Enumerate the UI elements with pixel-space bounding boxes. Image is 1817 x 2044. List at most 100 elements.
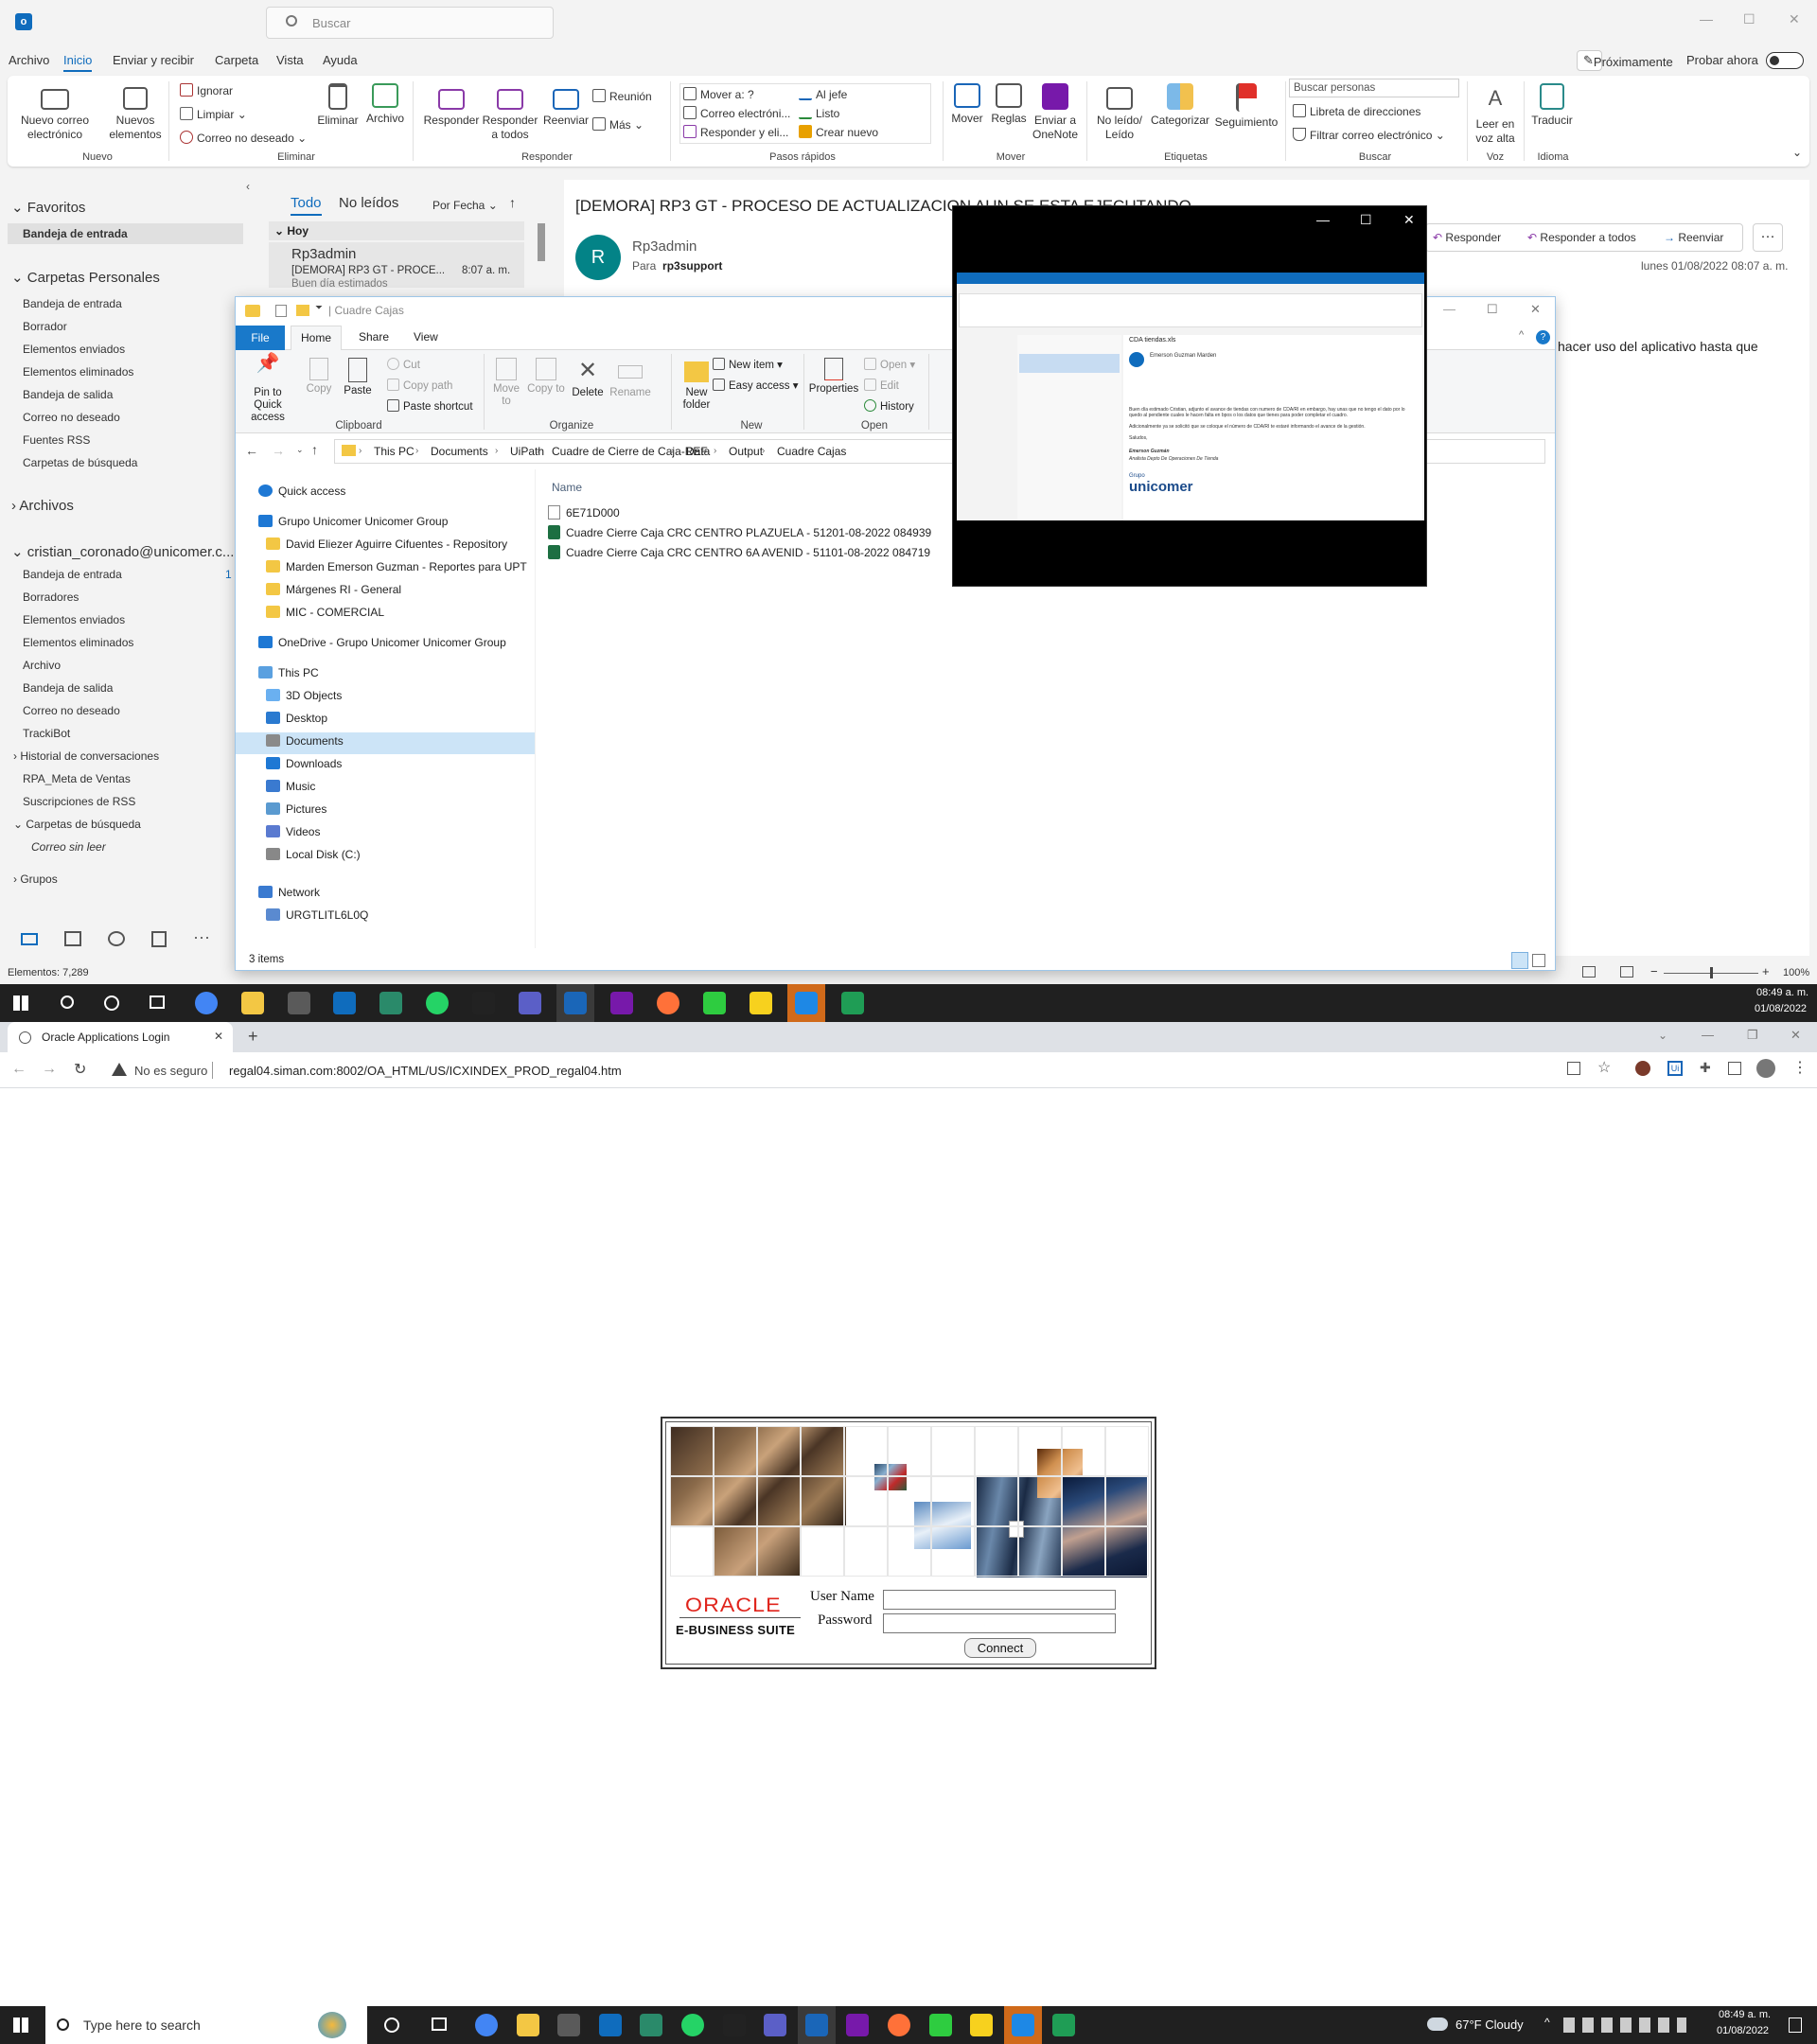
properties-qa-icon[interactable] bbox=[275, 305, 287, 317]
sharex-app-icon[interactable] bbox=[1011, 2014, 1034, 2036]
libreta-button[interactable]: Libreta de direcciones bbox=[1293, 104, 1420, 118]
message-item[interactable]: Rp3admin [DEMORA] RP3 GT - PROCE... 8:07… bbox=[269, 242, 524, 288]
ignorar-button[interactable]: Ignorar bbox=[180, 83, 233, 97]
file-row[interactable]: 6E71D000 bbox=[548, 505, 620, 524]
outlook-app-icon[interactable] bbox=[598, 2014, 622, 2036]
zoom-out-icon[interactable]: − bbox=[1650, 964, 1658, 978]
chrome-menu-icon[interactable]: ⋮ bbox=[1792, 1058, 1808, 1077]
tab-view[interactable]: View bbox=[414, 330, 438, 344]
archivos-header[interactable]: › Archivos bbox=[11, 498, 74, 514]
breadcrumb-item[interactable]: Data bbox=[686, 445, 710, 458]
tab-close-icon[interactable]: ✕ bbox=[214, 1030, 223, 1043]
local-taskview-icon[interactable] bbox=[432, 2018, 447, 2031]
filtrar-button[interactable]: Filtrar correo electrónico ⌄ bbox=[1293, 128, 1445, 142]
personal-folder-item[interactable]: Correo no deseado bbox=[23, 411, 120, 424]
whatsapp-app-icon[interactable] bbox=[426, 992, 449, 1014]
account-folder-item[interactable]: Borradores bbox=[23, 590, 79, 604]
breadcrumb-separator-icon[interactable]: › bbox=[359, 446, 362, 456]
file-explorer-app-icon[interactable] bbox=[240, 992, 264, 1014]
probar-ahora-toggle[interactable] bbox=[1766, 52, 1804, 69]
categorizar-button[interactable]: Categorizar bbox=[1149, 83, 1211, 128]
recent-dropdown-icon[interactable]: ⌄ bbox=[296, 445, 304, 455]
connect-button[interactable]: Connect bbox=[964, 1638, 1036, 1658]
nav-network-item[interactable]: Network bbox=[258, 886, 320, 899]
zoom-in-icon[interactable]: + bbox=[1762, 964, 1770, 978]
copy-to-button[interactable]: Copy to bbox=[527, 358, 565, 396]
outlook-search-input[interactable]: Buscar bbox=[266, 7, 554, 39]
breadcrumb-separator-icon[interactable]: › bbox=[495, 446, 498, 456]
app-green-icon[interactable] bbox=[702, 992, 726, 1014]
recorder-app-icon[interactable] bbox=[1052, 2014, 1076, 2036]
remote-desktop-app-icon[interactable] bbox=[379, 992, 403, 1014]
personal-folder-item[interactable]: Fuentes RSS bbox=[23, 433, 90, 447]
local-cortana-icon[interactable] bbox=[384, 2018, 399, 2033]
url-text[interactable]: regal04.siman.com:8002/OA_HTML/US/ICXIND… bbox=[229, 1064, 622, 1078]
copy-button[interactable]: Copy bbox=[302, 358, 336, 396]
personal-folder-item[interactable]: Elementos enviados bbox=[23, 343, 125, 356]
chrome-close-icon[interactable]: ✕ bbox=[1791, 1028, 1801, 1043]
maximize-icon[interactable]: ☐ bbox=[1743, 11, 1755, 27]
edit-button[interactable]: Edit bbox=[864, 379, 899, 392]
bookmark-star-icon[interactable]: ☆ bbox=[1597, 1058, 1611, 1077]
breadcrumb-item[interactable]: This PC bbox=[374, 445, 415, 458]
qs-al-jefe[interactable]: Al jefe bbox=[799, 87, 847, 101]
menu-ayuda[interactable]: Ayuda bbox=[323, 53, 358, 67]
reading-view-icon[interactable] bbox=[1620, 966, 1633, 978]
copy-path-button[interactable]: Copy path bbox=[387, 379, 452, 392]
nav-computer-item[interactable]: URGTLITL6L0Q bbox=[266, 908, 368, 922]
nav-pc-item[interactable]: Pictures bbox=[266, 802, 326, 816]
nav-pc-item[interactable]: Videos bbox=[266, 825, 320, 838]
menu-inicio[interactable]: Inicio bbox=[63, 53, 93, 72]
easy-access-button[interactable]: Easy access ▾ bbox=[713, 379, 799, 392]
account-folder-item[interactable]: Bandeja de entrada bbox=[23, 568, 122, 581]
breadcrumb-item[interactable]: Cuadre de Cierre de Caja-REF bbox=[552, 445, 708, 458]
chrome-reload-icon[interactable]: ↻ bbox=[74, 1060, 86, 1079]
cortana-icon[interactable] bbox=[104, 996, 119, 1011]
filter-no-leidos[interactable]: No leídos bbox=[339, 195, 398, 211]
zoom-thumb[interactable] bbox=[1710, 967, 1713, 978]
nav-group-item[interactable]: Grupo Unicomer Unicomer Group bbox=[258, 515, 448, 528]
paste-shortcut-button[interactable]: Paste shortcut bbox=[387, 399, 473, 413]
nuevo-correo-button[interactable]: Nuevo correo electrónico bbox=[17, 83, 93, 142]
seguimiento-button[interactable]: Seguimiento bbox=[1211, 83, 1281, 130]
reading-responder-button[interactable]: ↶ Responder bbox=[1433, 231, 1501, 244]
tasks-nav-icon[interactable] bbox=[151, 931, 167, 947]
account-folder-item[interactable]: Bandeja de salida bbox=[23, 681, 113, 695]
buscar-personas-input[interactable]: Buscar personas bbox=[1289, 79, 1459, 97]
responder-todos-button[interactable]: Responder a todos bbox=[481, 83, 539, 142]
nuevos-elementos-button[interactable]: Nuevos elementos bbox=[102, 83, 168, 142]
search-taskbar-icon[interactable] bbox=[61, 996, 74, 1009]
ribbon-minimize-icon[interactable]: ^ bbox=[1519, 329, 1524, 341]
file-explorer-app-icon[interactable] bbox=[516, 2014, 539, 2036]
chrome-back-icon[interactable]: ← bbox=[11, 1061, 26, 1078]
nav-this-pc-item[interactable]: This PC bbox=[258, 666, 319, 679]
new-item-button[interactable]: New item ▾ bbox=[713, 358, 783, 371]
history-button[interactable]: History bbox=[864, 399, 914, 413]
extensions-puzzle-icon[interactable]: ✚ bbox=[1700, 1060, 1711, 1076]
mas-button[interactable]: Más ⌄ bbox=[592, 117, 644, 132]
proximamente-button[interactable]: ✎ Próximamente bbox=[1577, 50, 1673, 71]
account-folder-item[interactable]: TrackiBot bbox=[23, 727, 70, 740]
mail-nav-icon[interactable] bbox=[21, 933, 38, 945]
explorer-help-icon[interactable]: ? bbox=[1536, 330, 1550, 344]
vmware-app-icon[interactable] bbox=[287, 992, 310, 1014]
email-from[interactable]: Rp3admin bbox=[632, 238, 697, 255]
list-scrollbar[interactable] bbox=[538, 223, 545, 261]
explorer-close-icon[interactable]: ✕ bbox=[1530, 302, 1541, 317]
account-folder-item[interactable]: RPA_Meta de Ventas bbox=[23, 772, 131, 785]
firefox-app-icon[interactable] bbox=[657, 992, 679, 1014]
local-start-icon[interactable] bbox=[13, 2018, 28, 2033]
favorito-bandeja-entrada[interactable]: Bandeja de entrada bbox=[23, 227, 128, 240]
preview-minimize-icon[interactable]: — bbox=[1316, 212, 1330, 227]
uipath-assistant-app-icon[interactable] bbox=[804, 2014, 828, 2036]
file-row[interactable]: Cuadre Cierre Caja CRC CENTRO PLAZUELA -… bbox=[548, 525, 931, 544]
notion-app-icon[interactable] bbox=[722, 2014, 746, 2036]
reenviar-button[interactable]: Reenviar bbox=[539, 83, 592, 128]
traducir-button[interactable]: Traducir bbox=[1527, 83, 1577, 128]
tray-icons[interactable] bbox=[1563, 2018, 1686, 2033]
menu-carpeta[interactable]: Carpeta bbox=[215, 53, 258, 67]
whatsapp-app-icon[interactable] bbox=[681, 2014, 704, 2036]
personal-folder-item[interactable]: Elementos eliminados bbox=[23, 365, 133, 379]
nav-sharepoint-item[interactable]: Márgenes RI - General bbox=[266, 583, 401, 596]
properties-button[interactable]: Properties bbox=[807, 358, 860, 396]
